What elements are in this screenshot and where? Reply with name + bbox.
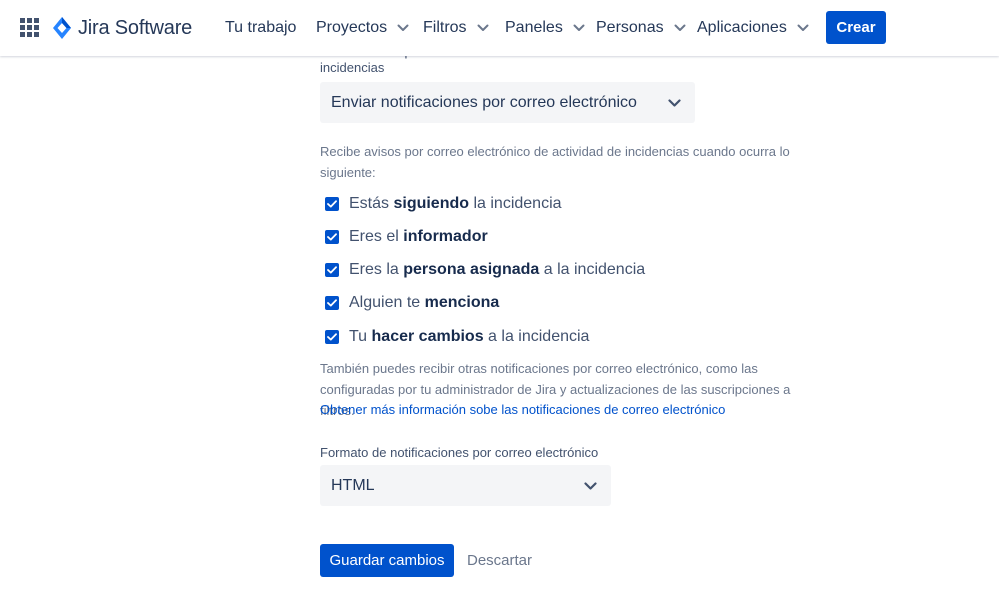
checkbox-following[interactable] <box>325 197 339 211</box>
chevron-down-icon <box>797 24 809 31</box>
discard-button[interactable]: Descartar <box>462 544 537 577</box>
jira-diamond-icon <box>53 17 71 39</box>
check-icon <box>327 200 337 208</box>
check-icon <box>327 299 337 307</box>
option-text: a la incidencia <box>539 261 646 278</box>
nav-label: Filtros <box>423 19 467 36</box>
option-bold-text: siguiendo <box>393 195 470 212</box>
option-text: Alguien te <box>349 294 425 311</box>
nav-paneles[interactable]: Paneles <box>505 14 585 42</box>
nav-label: Proyectos <box>316 19 388 36</box>
nav-label: Personas <box>596 19 664 36</box>
jira-logo[interactable]: Jira Software <box>52 15 192 41</box>
checkbox-mention[interactable] <box>325 296 339 310</box>
nav-filtros[interactable]: Filtros <box>423 14 489 42</box>
top-navigation: Jira Software Tu trabajo Proyectos Filtr… <box>0 0 999 56</box>
nav-label: Paneles <box>505 19 563 36</box>
chevron-down-icon <box>477 24 489 31</box>
checkbox-row-own-changes: Tu hacer cambios a la incidencia <box>325 326 589 348</box>
nav-label: Tu trabajo <box>225 19 297 36</box>
email-format-select[interactable]: HTML <box>320 465 611 506</box>
option-bold-text: hacer cambios <box>371 328 484 345</box>
app-switcher-grid-icon[interactable] <box>20 18 40 38</box>
checkbox-row-reporter: Eres el informador <box>325 226 488 248</box>
create-button[interactable]: Crear <box>826 11 886 44</box>
checkbox-row-mention: Alguien te menciona <box>325 292 499 314</box>
app-name: Jira Software <box>78 16 193 39</box>
check-icon <box>327 233 337 241</box>
save-changes-button[interactable]: Guardar cambios <box>320 544 454 577</box>
option-bold-text: informador <box>403 228 488 245</box>
learn-more-link[interactable]: Obtener más información sobe las notific… <box>320 399 725 420</box>
option-text: a la incidencia <box>483 328 590 345</box>
option-text: Eres la <box>349 261 404 278</box>
chevron-down-icon <box>573 24 585 31</box>
format-label: Formato de notificaciones por correo ele… <box>320 445 599 460</box>
check-icon <box>327 333 337 341</box>
nav-proyectos[interactable]: Proyectos <box>316 14 409 42</box>
checkbox-assignee[interactable] <box>325 263 339 277</box>
chevron-down-icon <box>397 24 409 31</box>
checkbox-own-changes[interactable] <box>325 330 339 344</box>
option-text: la incidencia <box>469 195 562 212</box>
option-bold-text: menciona <box>424 294 500 311</box>
select-value: Enviar notificaciones por correo electró… <box>331 93 637 111</box>
option-text: Eres el <box>349 228 404 245</box>
checkbox-row-following: Estás siguiendo la incidencia <box>325 193 562 215</box>
select-value: HTML <box>331 476 375 494</box>
option-text: Tu <box>349 328 372 345</box>
notification-activity-select[interactable]: Enviar notificaciones por correo electró… <box>320 82 695 123</box>
nav-personas[interactable]: Personas <box>596 14 686 42</box>
nav-label: Aplicaciones <box>697 19 787 36</box>
checkbox-reporter[interactable] <box>325 230 339 244</box>
notifications-description: Recibe avisos por correo electrónico de … <box>320 144 790 180</box>
chevron-down-icon <box>668 98 681 107</box>
nav-aplicaciones[interactable]: Aplicaciones <box>697 14 809 42</box>
check-icon <box>327 266 337 274</box>
chevron-down-icon <box>584 481 597 490</box>
option-text: Estás <box>349 195 394 212</box>
nav-tu-trabajo[interactable]: Tu trabajo <box>225 14 296 42</box>
checkbox-row-assignee: Eres la persona asignada a la incidencia <box>325 259 645 281</box>
option-bold-text: persona asignada <box>403 261 540 278</box>
chevron-down-icon <box>674 24 686 31</box>
